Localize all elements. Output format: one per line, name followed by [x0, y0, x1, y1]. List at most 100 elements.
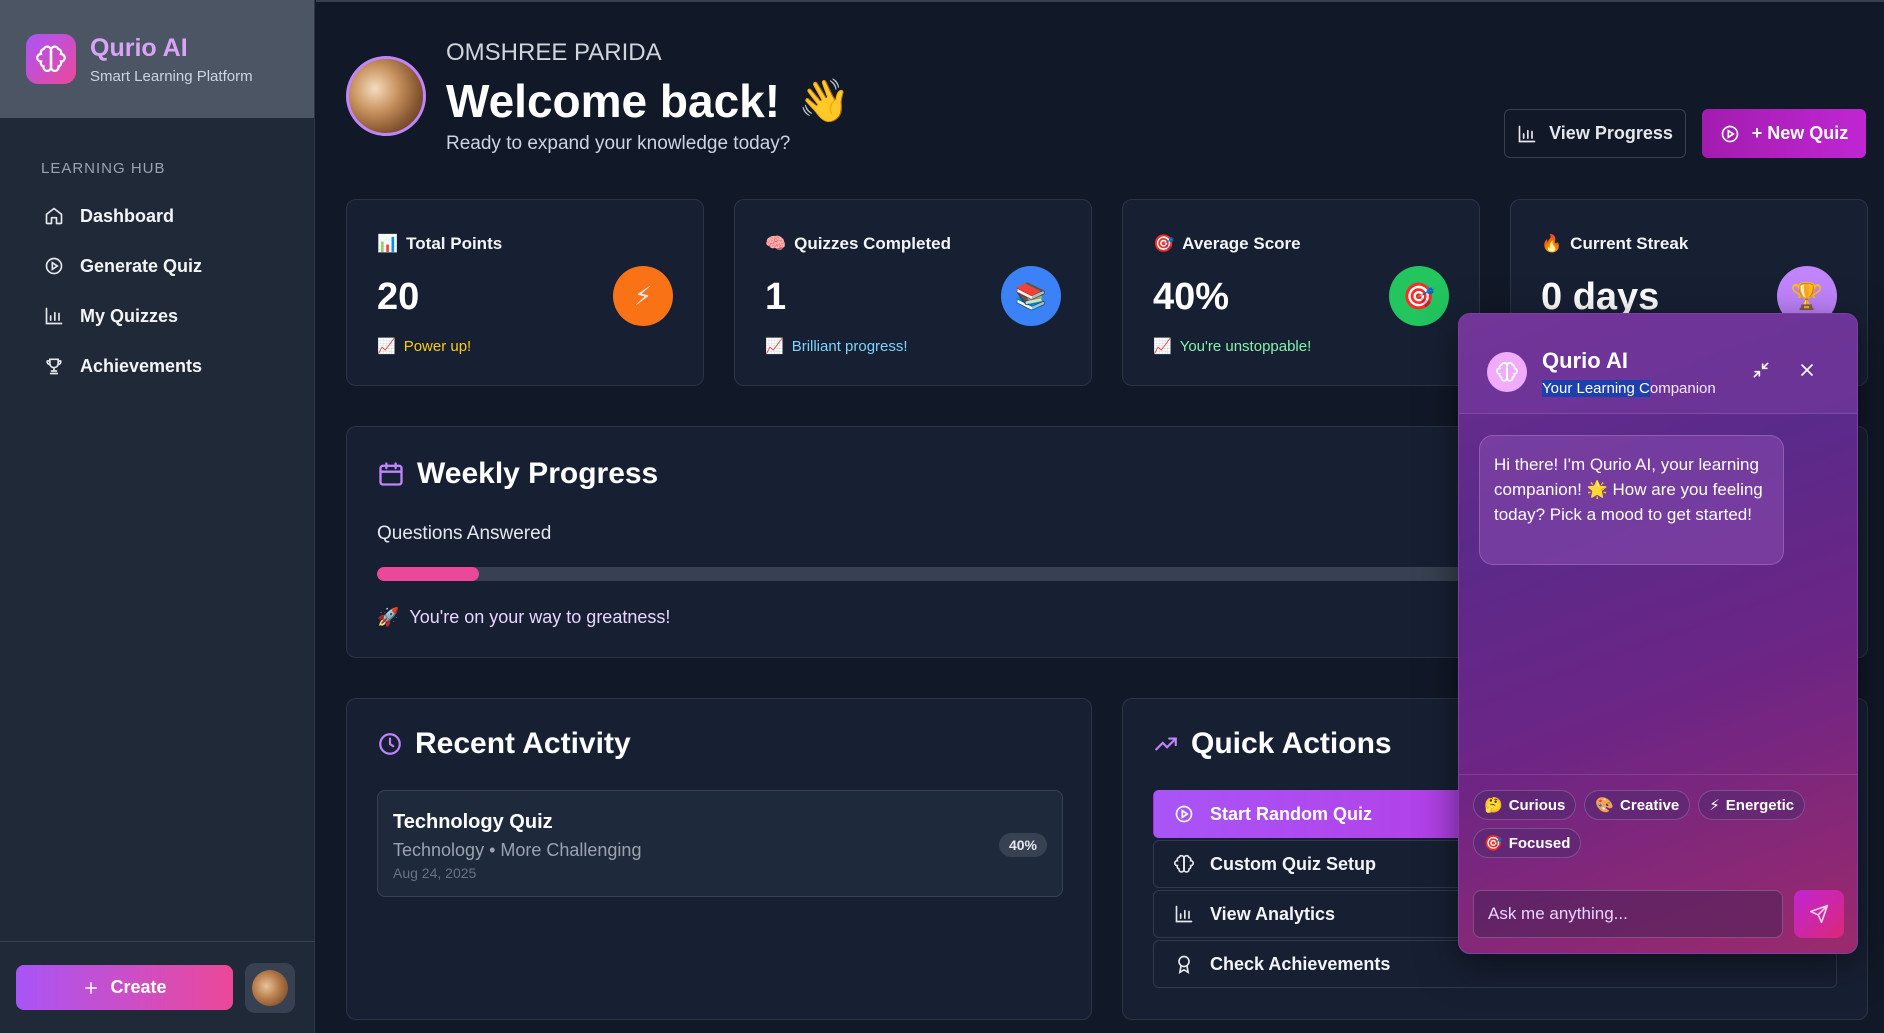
minimize-button[interactable]: [1751, 360, 1771, 380]
activity-title: Technology Quiz: [393, 811, 553, 833]
view-progress-button[interactable]: View Progress: [1504, 109, 1686, 158]
chat-header: Qurio AI Your Learning Companion: [1459, 314, 1857, 414]
weekly-progress-title: Weekly Progress: [417, 457, 659, 490]
brain-logo-icon: [26, 34, 76, 84]
mood-chip-focused[interactable]: 🎯 Focused: [1473, 828, 1582, 858]
quick-actions-title: Quick Actions: [1191, 727, 1392, 760]
stat-title: Total Points: [406, 234, 503, 253]
mood-chip-energetic[interactable]: ⚡ Energetic: [1698, 790, 1806, 820]
lightning-icon: ⚡: [1709, 797, 1720, 814]
thinking-icon: 🤔: [1484, 797, 1503, 814]
award-icon: [1178, 955, 1190, 974]
trend-icon: 📈: [765, 338, 784, 355]
sidebar-item-label: Dashboard: [80, 205, 175, 226]
brain-icon: [1174, 854, 1194, 873]
quick-action-label: Custom Quiz Setup: [1210, 853, 1376, 874]
new-quiz-label: + New Quiz: [1751, 123, 1849, 143]
stat-card-total-points: 📊 Total Points 20 📈 Power up! ⚡: [346, 199, 704, 386]
close-button[interactable]: [1797, 360, 1817, 380]
user-avatar-button[interactable]: [245, 962, 295, 1013]
sidebar-item-label: Generate Quiz: [80, 255, 203, 276]
brain-emoji-icon: 🧠: [765, 234, 787, 253]
target-emoji-icon: 🎯: [1153, 234, 1175, 253]
page-title: Welcome back! 👋: [446, 74, 850, 128]
weekly-progress-label: Questions Answered: [377, 523, 552, 544]
palette-icon: 🎨: [1595, 797, 1615, 814]
stat-note: You're unstoppable!: [1179, 337, 1312, 355]
mood-label: Focused: [1508, 834, 1571, 852]
wave-emoji: 👋: [798, 76, 851, 124]
chat-subtitle: Your Learning Companion: [1542, 380, 1716, 397]
stat-note: Brilliant progress!: [791, 337, 908, 355]
profile-avatar: [346, 56, 426, 136]
stat-value: 1: [765, 276, 787, 318]
sidebar-item-dashboard[interactable]: Dashboard: [44, 191, 314, 241]
mood-chip-curious[interactable]: 🤔 Curious: [1473, 790, 1577, 820]
mood-chips: 🤔 Curious 🎨 Creative ⚡ Energetic 🎯 Focused: [1473, 790, 1833, 858]
brand-name: Qurio AI: [90, 33, 188, 62]
chat-message: Hi there! I'm Qurio AI, your learning co…: [1479, 435, 1784, 565]
calendar-icon: [379, 462, 403, 486]
brand-subtitle: Smart Learning Platform: [90, 67, 253, 85]
chat-subtitle-selected: Your Learning C: [1542, 380, 1650, 397]
send-button[interactable]: [1794, 890, 1844, 938]
sidebar-item-generate-quiz[interactable]: Generate Quiz: [44, 241, 314, 291]
create-button-label: Create: [110, 977, 167, 997]
nav-section-title: LEARNING HUB: [41, 160, 166, 177]
sidebar: Qurio AI Smart Learning Platform LEARNIN…: [0, 0, 315, 1033]
sidebar-item-achievements[interactable]: Achievements: [44, 341, 314, 391]
recent-activity-title: Recent Activity: [415, 727, 631, 760]
bar-chart-icon: [1175, 905, 1193, 923]
tagline: Ready to expand your knowledge today?: [446, 133, 791, 154]
stat-value: 40%: [1153, 276, 1230, 318]
view-progress-label: View Progress: [1549, 123, 1673, 143]
sidebar-item-label: My Quizzes: [80, 305, 179, 326]
sidebar-item-label: Achievements: [80, 355, 203, 376]
welcome-text: Welcome back!: [446, 75, 781, 127]
stat-value: 20: [377, 276, 420, 318]
stat-title: Average Score: [1182, 234, 1301, 253]
trophy-icon: [46, 358, 62, 375]
recent-activity-card: Recent Activity Technology Quiz Technolo…: [346, 698, 1092, 1020]
user-name: OMSHREE PARIDA: [446, 39, 662, 66]
new-quiz-button[interactable]: + New Quiz: [1702, 109, 1866, 158]
play-circle-icon: [45, 257, 63, 275]
play-circle-icon: [1175, 805, 1193, 823]
stat-title: Quizzes Completed: [794, 234, 951, 253]
create-button[interactable]: Create: [16, 965, 233, 1010]
brain-logo-icon: [1487, 352, 1527, 392]
bar-chart-icon: [1518, 125, 1536, 142]
stat-card-average-score: 🎯 Average Score 40% 📈 You're unstoppable! …: [1122, 199, 1480, 386]
stat-title: Current Streak: [1570, 234, 1689, 253]
stat-card-quizzes-completed: 🧠 Quizzes Completed 1 📈 Brilliant progress…: [734, 199, 1092, 386]
trend-icon: 📈: [1153, 338, 1172, 355]
chat-input[interactable]: Ask me anything...: [1473, 890, 1783, 938]
activity-date: Aug 24, 2025: [393, 865, 477, 881]
bar-chart-icon: [45, 307, 63, 325]
rocket-icon: 🚀: [377, 607, 400, 627]
divider: [1459, 774, 1857, 775]
target-icon: 🎯: [1484, 835, 1503, 852]
mood-chip-creative[interactable]: 🎨 Creative: [1584, 790, 1691, 820]
chat-widget: Qurio AI Your Learning Companion Hi ther…: [1458, 313, 1858, 954]
brand: Qurio AI Smart Learning Platform: [0, 0, 314, 118]
fire-emoji-icon: 🔥: [1541, 234, 1563, 253]
sidebar-footer: Create: [0, 941, 315, 1033]
trending-up-icon: [1155, 737, 1177, 751]
avatar: [252, 969, 288, 1006]
minimize-icon: [1753, 362, 1769, 378]
quick-action-label: View Analytics: [1210, 903, 1336, 924]
score-badge: 40%: [998, 833, 1047, 857]
trend-icon: 📈: [377, 338, 396, 355]
lightning-icon: ⚡: [613, 266, 673, 326]
weekly-progress-fill: [377, 567, 480, 581]
stat-note: Power up!: [403, 337, 472, 355]
home-icon: [45, 207, 63, 225]
books-icon: 📚: [1001, 266, 1061, 326]
mood-label: Curious: [1508, 796, 1566, 814]
plus-icon: [85, 981, 98, 994]
chat-subtitle-rest: ompanion: [1649, 380, 1716, 397]
sidebar-item-my-quizzes[interactable]: My Quizzes: [44, 291, 314, 341]
target-icon: 🎯: [1389, 266, 1449, 326]
activity-item[interactable]: Technology Quiz Technology • More Challe…: [377, 790, 1063, 897]
